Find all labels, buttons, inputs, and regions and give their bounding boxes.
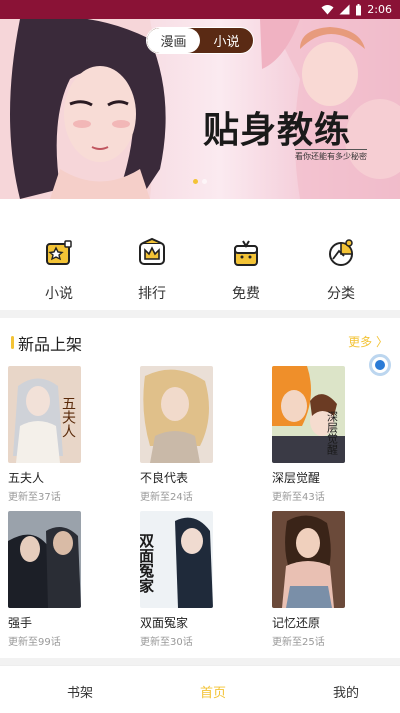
book-card[interactable]: 深层觉醒 深层觉醒 更新至43话: [272, 366, 372, 503]
book-update-status: 更新至37话: [8, 492, 61, 503]
book-card[interactable]: 记忆还原 更新至25话: [272, 511, 372, 648]
book-title: 强手: [8, 616, 33, 630]
book-update-status: 更新至99话: [8, 637, 61, 648]
more-link[interactable]: 更多 〉: [348, 333, 388, 350]
banner-title: 贴身教练: [203, 109, 352, 151]
segment-comic[interactable]: 漫画: [147, 28, 200, 53]
status-time: 2:06: [367, 3, 392, 16]
book-card[interactable]: 强手 更新至99话: [8, 511, 108, 648]
tab-profile[interactable]: 我的: [333, 682, 359, 701]
book-cover: 深层觉醒: [272, 366, 345, 463]
banner[interactable]: 贴身教练 看你还能有多少秘密 漫画 小说: [0, 19, 400, 199]
quick-nav-category[interactable]: 分类: [311, 237, 371, 303]
book-update-status: 更新至30话: [140, 637, 193, 648]
quick-nav-label: 排行: [138, 286, 166, 302]
status-bar: 2:06: [0, 0, 400, 19]
book-cover: [272, 511, 345, 608]
book-title: 五夫人: [8, 471, 45, 485]
section-header: 新品上架 更多 〉: [0, 328, 400, 356]
quick-nav-free[interactable]: 免费: [216, 237, 276, 303]
comic-novel-switch[interactable]: 漫画 小说: [146, 27, 254, 54]
banner-subtitle: 看你还能有多少秘密: [295, 149, 367, 162]
signal-icon: [339, 4, 350, 15]
banner-pagination: [193, 179, 207, 184]
book-cover: 双面冤家: [140, 511, 213, 608]
section-title: 新品上架: [18, 335, 83, 354]
cover-text: 五夫人: [60, 396, 76, 438]
quick-nav-label: 分类: [327, 286, 355, 302]
book-title: 不良代表: [140, 471, 189, 485]
book-cover: 五夫人: [8, 366, 81, 463]
book-update-status: 更新至25话: [272, 637, 325, 648]
book-card[interactable]: 不良代表 更新至24话: [140, 366, 240, 503]
battery-icon: [356, 3, 362, 15]
quick-nav-label: 免费: [232, 286, 260, 302]
tab-home[interactable]: 首页: [200, 682, 226, 701]
book-star-icon: [46, 240, 72, 265]
book-cover: [140, 366, 213, 463]
quick-nav-ranking[interactable]: 排行: [122, 237, 182, 303]
floating-assist-button[interactable]: [369, 354, 391, 376]
category-icon: [329, 239, 353, 266]
gift-box-icon: [234, 240, 258, 266]
cover-text: 深层觉醒: [326, 411, 339, 455]
book-title: 深层觉醒: [272, 471, 321, 485]
tab-bookshelf[interactable]: 书架: [67, 682, 93, 701]
page-dot-active: [193, 179, 198, 184]
segment-novel[interactable]: 小说: [200, 28, 253, 53]
book-card[interactable]: 五夫人 五夫人 更新至37话: [8, 366, 108, 503]
book-cover: [8, 511, 81, 608]
book-update-status: 更新至24话: [140, 492, 193, 503]
section-accent-bar: [11, 336, 14, 349]
wifi-icon: [321, 5, 334, 15]
book-title: 记忆还原: [272, 616, 321, 630]
page-dot: [202, 179, 207, 184]
quick-nav-label: 小说: [45, 286, 73, 302]
new-releases-section: 新品上架 更多 〉 五夫人 五夫人 更新至37话 不良代表 更新至24话 深层觉…: [0, 318, 400, 658]
book-update-status: 更新至43话: [272, 492, 325, 503]
quick-nav: 小说 排行 免费 分类: [0, 199, 400, 310]
book-title: 双面冤家: [140, 616, 189, 630]
bottom-tab-bar: 书架 首页 我的: [0, 665, 400, 713]
crown-icon: [139, 237, 165, 265]
cover-text: 双面冤家: [140, 533, 155, 594]
quick-nav-novel[interactable]: 小说: [29, 237, 89, 303]
book-card[interactable]: 双面冤家 双面冤家 更新至30话: [140, 511, 240, 648]
